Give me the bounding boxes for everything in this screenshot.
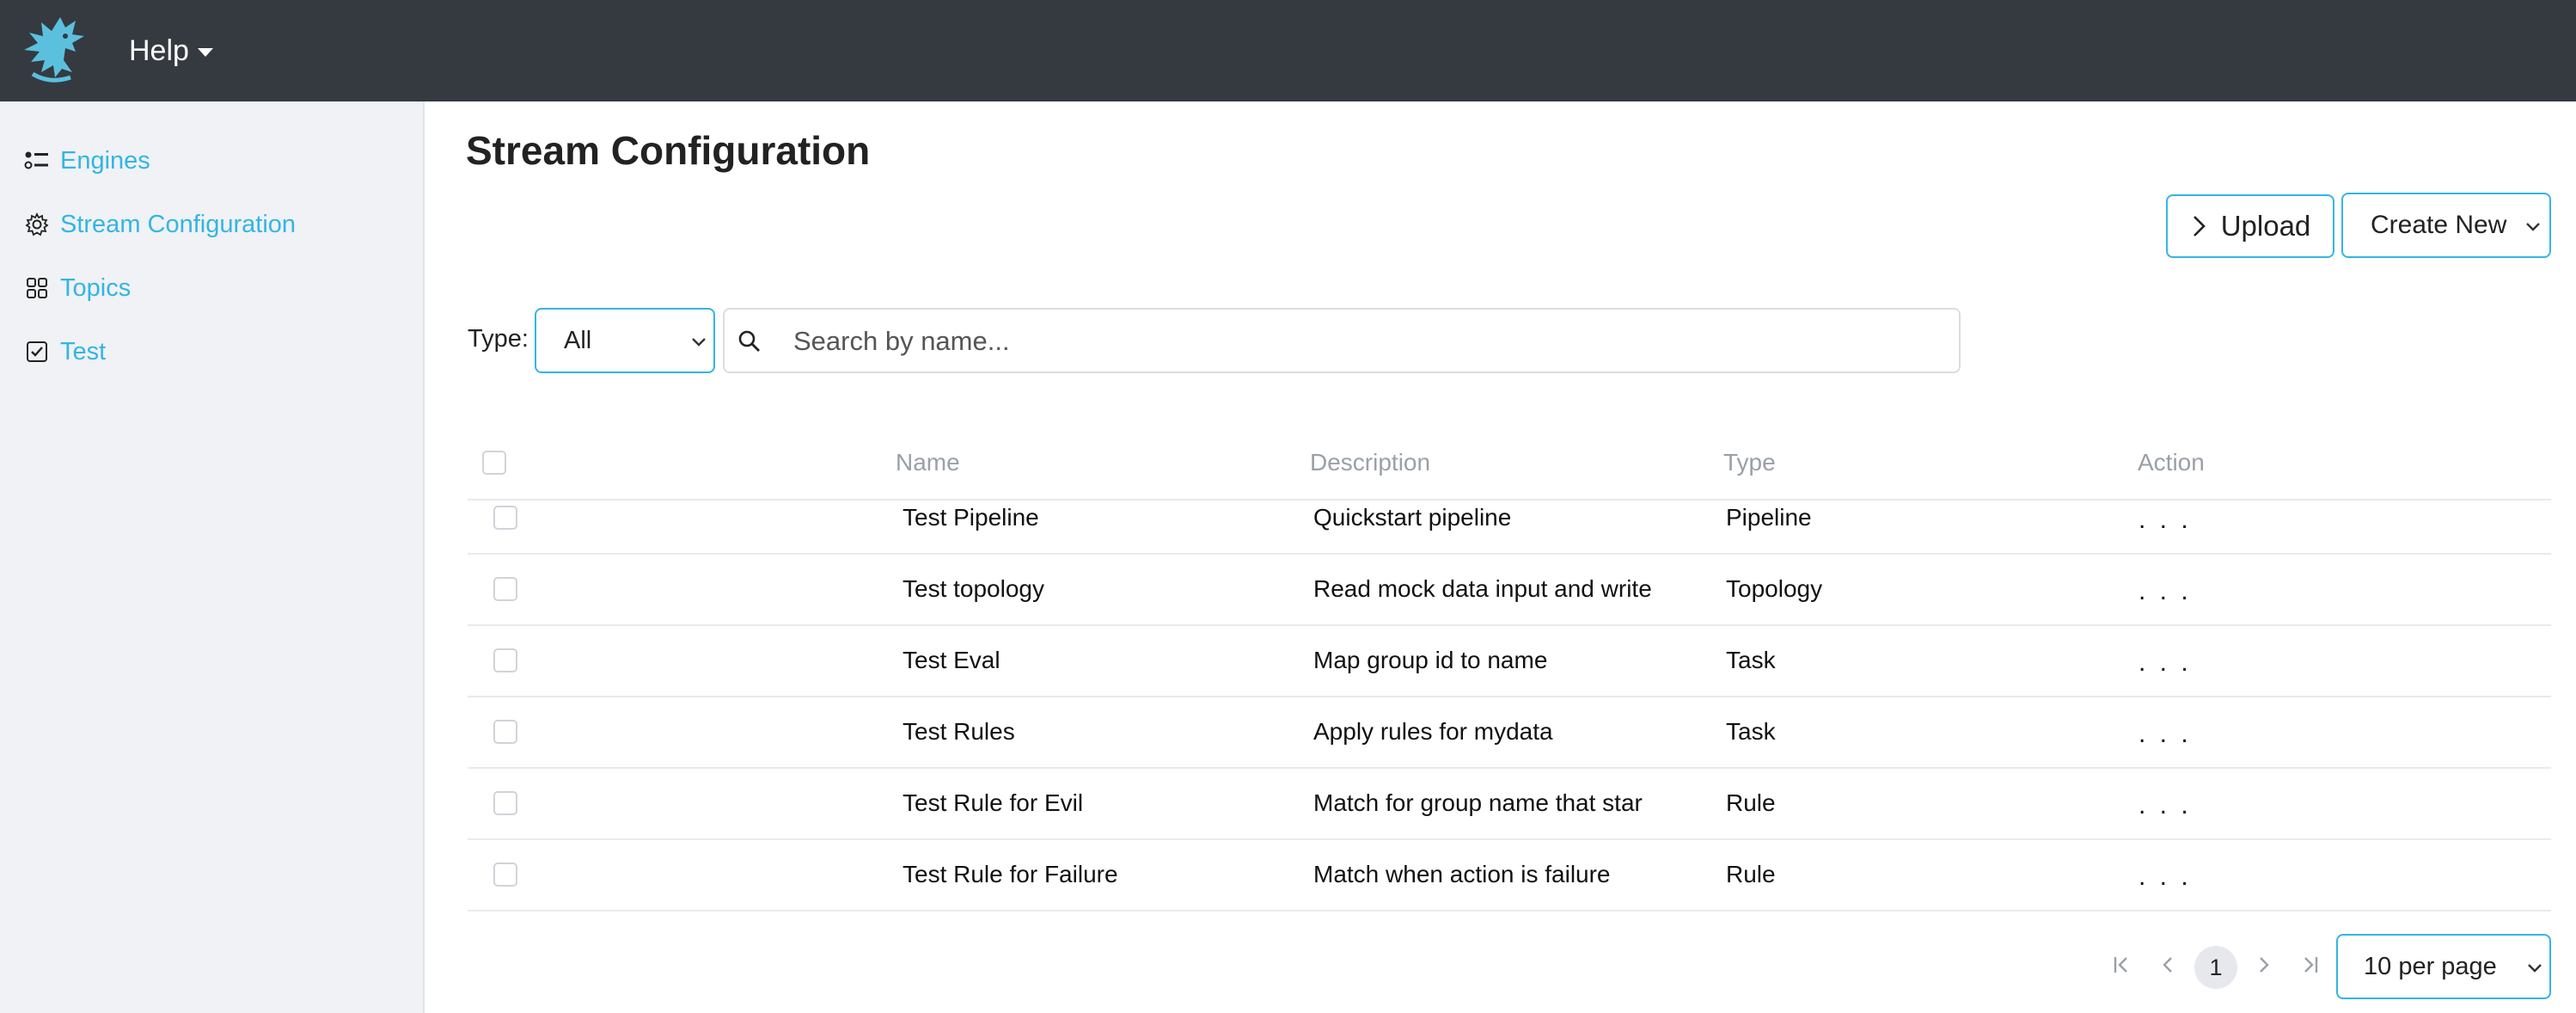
list-icon bbox=[24, 151, 48, 169]
chevron-double-right-icon bbox=[2304, 957, 2318, 973]
upload-button-label: Upload bbox=[2220, 210, 2311, 242]
sidebar-item-label: Engines bbox=[60, 146, 150, 175]
row-name[interactable]: Test Rule for Evil bbox=[903, 789, 1083, 817]
next-page-button[interactable] bbox=[2247, 948, 2281, 982]
create-new-label: Create New bbox=[2371, 211, 2507, 239]
sidebar-item-topics[interactable]: Topics bbox=[24, 267, 131, 310]
row-action-menu[interactable]: . . . bbox=[2139, 577, 2192, 606]
row-checkbox[interactable] bbox=[493, 863, 517, 887]
per-page-select[interactable]: 10 per page bbox=[2336, 934, 2551, 999]
chevron-right-icon bbox=[2193, 216, 2206, 236]
chevron-down-icon bbox=[2528, 964, 2542, 973]
column-header-type: Type bbox=[1723, 449, 1776, 476]
row-type: Task bbox=[1726, 718, 1776, 745]
chevron-left-icon bbox=[2163, 957, 2172, 973]
row-checkbox[interactable] bbox=[493, 720, 517, 744]
table-row: Test Rule for Failure Match when action … bbox=[468, 840, 2551, 912]
upload-button[interactable]: Upload bbox=[2166, 194, 2334, 258]
page-number-current[interactable]: 1 bbox=[2194, 946, 2237, 989]
sidebar-item-test[interactable]: Test bbox=[24, 330, 106, 373]
select-all-checkbox[interactable] bbox=[482, 451, 506, 475]
sidebar-item-label: Topics bbox=[60, 273, 132, 302]
page-title: Stream Configuration bbox=[466, 128, 871, 173]
search-input[interactable] bbox=[793, 318, 1945, 365]
table-row: Test topology Read mock data input and w… bbox=[468, 555, 2551, 626]
chevron-double-left-icon bbox=[2114, 957, 2127, 973]
table-row: Test Pipeline Quickstart pipeline Pipeli… bbox=[468, 483, 2551, 555]
help-menu-label: Help bbox=[129, 34, 189, 67]
row-action-menu[interactable]: . . . bbox=[2139, 720, 2192, 749]
row-type: Task bbox=[1726, 647, 1776, 673]
row-description: Apply rules for mydata bbox=[1313, 718, 1553, 745]
row-name[interactable]: Test Rules bbox=[903, 718, 1015, 746]
row-description: Map group id to name bbox=[1313, 647, 1548, 673]
row-action-menu[interactable]: . . . bbox=[2139, 506, 2192, 535]
chevron-right-icon bbox=[2260, 957, 2269, 973]
row-name[interactable]: Test topology bbox=[903, 575, 1044, 603]
sidebar-item-label: Stream Configuration bbox=[60, 210, 297, 238]
checkbox-icon bbox=[27, 341, 47, 362]
row-description: Match when action is failure bbox=[1313, 861, 1611, 887]
row-type: Rule bbox=[1726, 861, 1776, 887]
row-checkbox[interactable] bbox=[493, 506, 517, 530]
table-body: Test Pipeline Quickstart pipeline Pipeli… bbox=[468, 483, 2551, 912]
search-icon bbox=[738, 330, 760, 352]
row-description: Quickstart pipeline bbox=[1313, 504, 1512, 531]
last-page-button[interactable] bbox=[2293, 948, 2328, 982]
type-filter-select[interactable]: All bbox=[535, 308, 715, 373]
create-new-dropdown[interactable]: Create New bbox=[2341, 193, 2551, 258]
row-type: Topology bbox=[1726, 575, 1823, 602]
row-name[interactable]: Test Rule for Failure bbox=[903, 861, 1118, 888]
chevron-down-icon bbox=[692, 338, 706, 347]
column-header-name: Name bbox=[896, 449, 960, 476]
prev-page-button[interactable] bbox=[2151, 948, 2185, 982]
row-checkbox[interactable] bbox=[493, 648, 517, 672]
gear-icon bbox=[25, 212, 49, 236]
row-name[interactable]: Test Eval bbox=[903, 647, 1000, 674]
row-action-menu[interactable]: . . . bbox=[2139, 791, 2192, 820]
row-checkbox[interactable] bbox=[493, 791, 517, 815]
table-row: Test Eval Map group id to name Task . . … bbox=[468, 626, 2551, 697]
row-type: Pipeline bbox=[1726, 504, 1812, 531]
search-box bbox=[723, 308, 1961, 373]
type-filter-value: All bbox=[564, 326, 592, 354]
main-content: Stream Configuration Upload Create New T… bbox=[426, 101, 2576, 1013]
row-action-menu[interactable]: . . . bbox=[2139, 648, 2192, 678]
sidebar-item-label: Test bbox=[60, 337, 107, 365]
per-page-value: 10 per page bbox=[2364, 952, 2497, 980]
row-description: Match for group name that star bbox=[1313, 789, 1643, 816]
sidebar-item-engines[interactable]: Engines bbox=[24, 139, 150, 182]
sidebar-item-stream-configuration[interactable]: Stream Configuration bbox=[24, 203, 296, 246]
dragon-logo-icon[interactable] bbox=[15, 12, 93, 84]
row-action-menu[interactable]: . . . bbox=[2139, 863, 2192, 892]
row-checkbox[interactable] bbox=[493, 577, 517, 601]
row-type: Rule bbox=[1726, 789, 1776, 816]
top-navbar: Help bbox=[0, 0, 2576, 101]
table-row: Test Rules Apply rules for mydata Task .… bbox=[468, 697, 2551, 769]
first-page-button[interactable] bbox=[2104, 948, 2139, 982]
caret-down-icon bbox=[197, 48, 213, 57]
sidebar: Engines Stream Configuration Topics Test bbox=[0, 101, 425, 1013]
column-header-description: Description bbox=[1310, 449, 1431, 476]
row-name[interactable]: Test Pipeline bbox=[903, 504, 1039, 531]
chevron-down-icon bbox=[2526, 223, 2540, 231]
table-row: Test Rule for Evil Match for group name … bbox=[468, 769, 2551, 840]
column-header-action: Action bbox=[2138, 449, 2205, 476]
grid-icon bbox=[27, 278, 47, 298]
help-menu[interactable]: Help bbox=[129, 29, 213, 72]
row-description: Read mock data input and write bbox=[1313, 575, 1652, 602]
type-filter-label: Type: bbox=[468, 325, 529, 353]
